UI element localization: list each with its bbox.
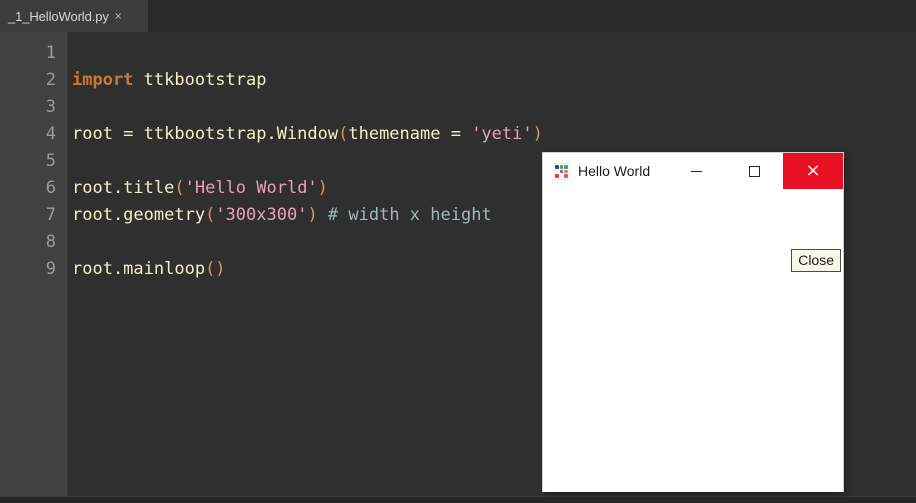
app-icon-dot [555,174,559,178]
code-token: ) [317,178,328,198]
app-icon-dot [564,174,568,178]
editor-tab-hello-world[interactable]: _1_HelloWorld.py × [0,0,148,32]
code-token: ( [174,178,185,198]
line-number: 1 [45,43,56,63]
code-token: () [205,259,226,279]
tk-window-client-area: Close [543,190,843,492]
app-icon-dot [559,165,564,169]
code-token: ( [205,205,216,225]
app-icon-dot [559,174,564,178]
tk-window-titlebar[interactable]: Hello World × [543,153,843,190]
app-icon-dot [559,169,564,174]
line-number: 3 [45,97,56,117]
code-line[interactable]: root = ttkbootstrap.Window(themename = '… [72,121,916,148]
editor-tab-bar: _1_HelloWorld.py × [0,0,916,32]
line-number: 5 [45,151,56,171]
code-token: '300x300' [215,205,308,225]
line-number: 6 [45,178,56,198]
code-line[interactable]: import ttkbootstrap [72,67,916,94]
code-token: root.mainloop [72,259,206,279]
minimize-icon [690,170,702,172]
tk-hello-world-window[interactable]: Hello World × Close [543,153,843,492]
line-number: 2 [45,70,56,90]
tk-window-title: Hello World [578,163,651,179]
close-button[interactable]: Close [791,249,841,273]
line-number: 4 [45,124,56,144]
minimize-button[interactable] [673,153,719,189]
maximize-button[interactable] [731,153,777,189]
code-token: root = ttkbootstrap.Window [72,124,339,144]
app-icon-dot [555,169,559,174]
code-token: ) [532,124,543,144]
app-icon-dot [555,165,559,169]
close-icon[interactable]: × [115,10,122,22]
code-token: root.title [72,178,175,198]
code-line[interactable] [72,94,916,121]
close-icon: × [805,160,821,181]
editor-tab-label: _1_HelloWorld.py [8,8,109,24]
status-bar [0,496,916,503]
code-token: ( [338,124,349,144]
maximize-icon [748,165,760,177]
code-line[interactable] [72,40,916,67]
code-token: themename = [348,124,472,144]
line-number: 7 [45,205,56,225]
app-icon-dot [564,165,568,169]
code-token: 'yeti' [471,124,533,144]
code-token: ) [307,205,318,225]
code-token: # width x height [317,205,492,225]
code-token: import [72,70,134,90]
line-number-column: 1 2 3 4 5 6 7 8 9 [0,40,56,283]
app-icon-dot [564,169,568,174]
app-icon [553,163,570,180]
code-token: 'Hello World' [184,178,318,198]
line-number: 9 [45,259,56,279]
line-number: 8 [45,232,56,252]
code-token: root.geometry [72,205,206,225]
code-token: ttkbootstrap [133,70,267,90]
window-close-button[interactable]: × [783,153,843,189]
